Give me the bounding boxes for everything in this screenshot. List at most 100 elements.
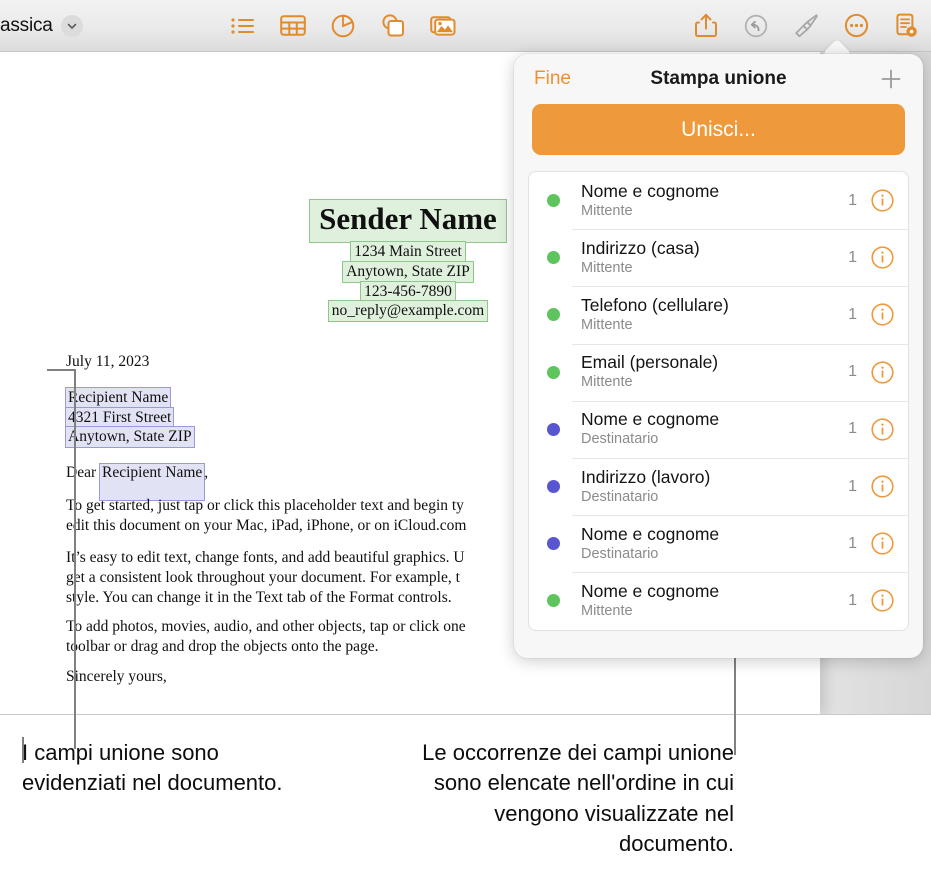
page-title: assica xyxy=(0,14,53,36)
body-paragraph-3: To add photos, movies, audio, and other … xyxy=(66,618,466,655)
list-item[interactable]: Nome e cognome Destinatario 1 xyxy=(529,515,908,572)
field-count: 1 xyxy=(848,305,857,323)
merge-field-salutation-name[interactable]: Recipient Name xyxy=(98,463,206,501)
body-paragraph-1: To get started, just tap or click this p… xyxy=(66,497,467,534)
screenshot-root: assica Sender Name 1234 Main Street Anyt… xyxy=(0,0,931,878)
field-role: Mittente xyxy=(581,259,633,276)
info-icon[interactable] xyxy=(871,589,894,613)
list-item[interactable]: Email (personale) Mittente 1 xyxy=(529,343,908,401)
chevron-down-icon[interactable] xyxy=(60,14,83,37)
field-text: Email (personale) Mittente xyxy=(581,352,848,392)
media-icon[interactable] xyxy=(418,6,468,46)
field-count: 1 xyxy=(848,420,857,438)
popover-arrow xyxy=(824,40,850,54)
field-role: Destinatario xyxy=(581,545,659,562)
field-count: 1 xyxy=(848,191,857,209)
merge-field-recipient-name[interactable]: Recipient Name xyxy=(64,387,172,409)
field-text: Nome e cognome Mittente xyxy=(581,581,848,621)
document-setup-icon[interactable] xyxy=(881,6,931,46)
merge-button[interactable]: Unisci... xyxy=(532,104,905,155)
recipient-address-block[interactable]: Recipient Name 4321 First Street Anytown… xyxy=(64,387,195,448)
action-tools-group xyxy=(681,6,931,46)
merge-field-sender-street[interactable]: 1234 Main Street xyxy=(350,240,466,263)
list-icon[interactable] xyxy=(218,6,268,46)
merge-field-list[interactable]: Nome e cognome Mittente 1 Indirizzo (cas… xyxy=(528,171,909,631)
field-color-dot xyxy=(547,194,560,208)
field-count: 1 xyxy=(848,477,857,495)
info-icon[interactable] xyxy=(871,246,894,269)
merge-field-sender-phone[interactable]: 123-456-7890 xyxy=(360,280,456,303)
field-count: 1 xyxy=(848,534,857,552)
info-icon[interactable] xyxy=(871,532,894,555)
sender-address-block[interactable]: Sender Name 1234 Main Street Anytown, St… xyxy=(278,199,538,323)
shape-icon[interactable] xyxy=(368,6,418,46)
document-title-group[interactable]: assica xyxy=(0,14,83,37)
merge-field-sender-email[interactable]: no_reply@example.com xyxy=(327,300,489,323)
field-color-dot xyxy=(547,251,560,265)
field-color-dot xyxy=(547,594,560,608)
field-text: Telefono (cellulare) Mittente xyxy=(581,295,848,335)
field-text: Nome e cognome Destinatario xyxy=(581,409,848,449)
body-paragraph-2: It’s easy to edit text, change fonts, an… xyxy=(66,549,465,606)
list-item[interactable]: Nome e cognome Mittente 1 xyxy=(529,172,908,229)
field-color-dot xyxy=(547,422,560,436)
list-item[interactable]: Indirizzo (casa) Mittente 1 xyxy=(529,229,908,286)
plus-icon[interactable] xyxy=(879,67,903,91)
list-item[interactable]: Nome e cognome Destinatario 1 xyxy=(529,400,908,458)
salutation-suffix: , xyxy=(204,464,209,481)
share-icon[interactable] xyxy=(681,6,731,46)
merge-field-sender-name[interactable]: Sender Name xyxy=(309,199,507,243)
app-toolbar: assica xyxy=(0,0,931,52)
field-text: Indirizzo (lavoro) Destinatario xyxy=(581,467,848,507)
list-item[interactable]: Nome e cognome Mittente 1 xyxy=(529,572,908,629)
field-role: Mittente xyxy=(581,316,633,333)
field-name: Telefono (cellulare) xyxy=(581,294,729,315)
field-count: 1 xyxy=(848,248,857,266)
field-name: Nome e cognome xyxy=(581,180,720,201)
field-name: Email (personale) xyxy=(581,352,719,373)
field-name: Nome e cognome xyxy=(581,523,720,544)
field-color-dot xyxy=(547,365,560,379)
salutation-prefix: Dear xyxy=(66,464,100,481)
callout-line-left-vertical xyxy=(74,369,76,749)
merge-field-recipient-street[interactable]: 4321 First Street xyxy=(64,406,175,429)
field-role: Destinatario xyxy=(581,488,659,505)
list-item[interactable]: Telefono (cellulare) Mittente 1 xyxy=(529,286,908,343)
field-color-dot xyxy=(547,537,560,551)
chart-icon[interactable] xyxy=(318,6,368,46)
field-role: Mittente xyxy=(581,602,633,619)
field-count: 1 xyxy=(848,591,857,609)
caption-right: Le occorrenze dei campi unione sono elen… xyxy=(422,740,734,857)
field-name: Indirizzo (casa) xyxy=(581,237,700,258)
done-button[interactable]: Fine xyxy=(534,68,571,90)
field-name: Nome e cognome xyxy=(581,580,720,601)
info-icon[interactable] xyxy=(871,361,894,384)
popover-header: Fine Stampa unione xyxy=(514,54,923,104)
info-icon[interactable] xyxy=(871,189,894,212)
info-icon[interactable] xyxy=(871,418,894,441)
mail-merge-popover[interactable]: Fine Stampa unione Unisci... Nome e cogn… xyxy=(514,54,923,658)
info-icon[interactable] xyxy=(871,303,894,327)
popover-title: Stampa unione xyxy=(650,68,787,89)
field-role: Destinatario xyxy=(581,431,659,448)
field-color-dot xyxy=(547,308,560,322)
table-icon[interactable] xyxy=(268,6,318,46)
field-text: Indirizzo (casa) Mittente xyxy=(581,238,848,278)
field-color-dot xyxy=(547,480,560,494)
field-name: Nome e cognome xyxy=(581,409,720,430)
merge-field-recipient-city[interactable]: Anytown, State ZIP xyxy=(65,426,195,448)
caption-left: I campi unione sono evidenziati nel docu… xyxy=(22,740,283,796)
callout-line-left-horizontal xyxy=(47,369,76,371)
field-name: Indirizzo (lavoro) xyxy=(581,466,711,487)
closing-line: Sincerely yours, xyxy=(66,668,167,685)
undo-icon[interactable] xyxy=(731,6,781,46)
merge-field-sender-city[interactable]: Anytown, State ZIP xyxy=(342,260,474,283)
document-date: July 11, 2023 xyxy=(66,353,150,370)
salutation-line: Dear Recipient Name, xyxy=(66,463,209,501)
list-item[interactable]: Indirizzo (lavoro) Destinatario 1 xyxy=(529,457,908,515)
callout-line-right-vertical xyxy=(734,645,736,755)
field-text: Nome e cognome Destinatario xyxy=(581,524,848,564)
field-text: Nome e cognome Mittente xyxy=(581,181,848,221)
field-role: Mittente xyxy=(581,202,633,219)
info-icon[interactable] xyxy=(871,475,894,498)
